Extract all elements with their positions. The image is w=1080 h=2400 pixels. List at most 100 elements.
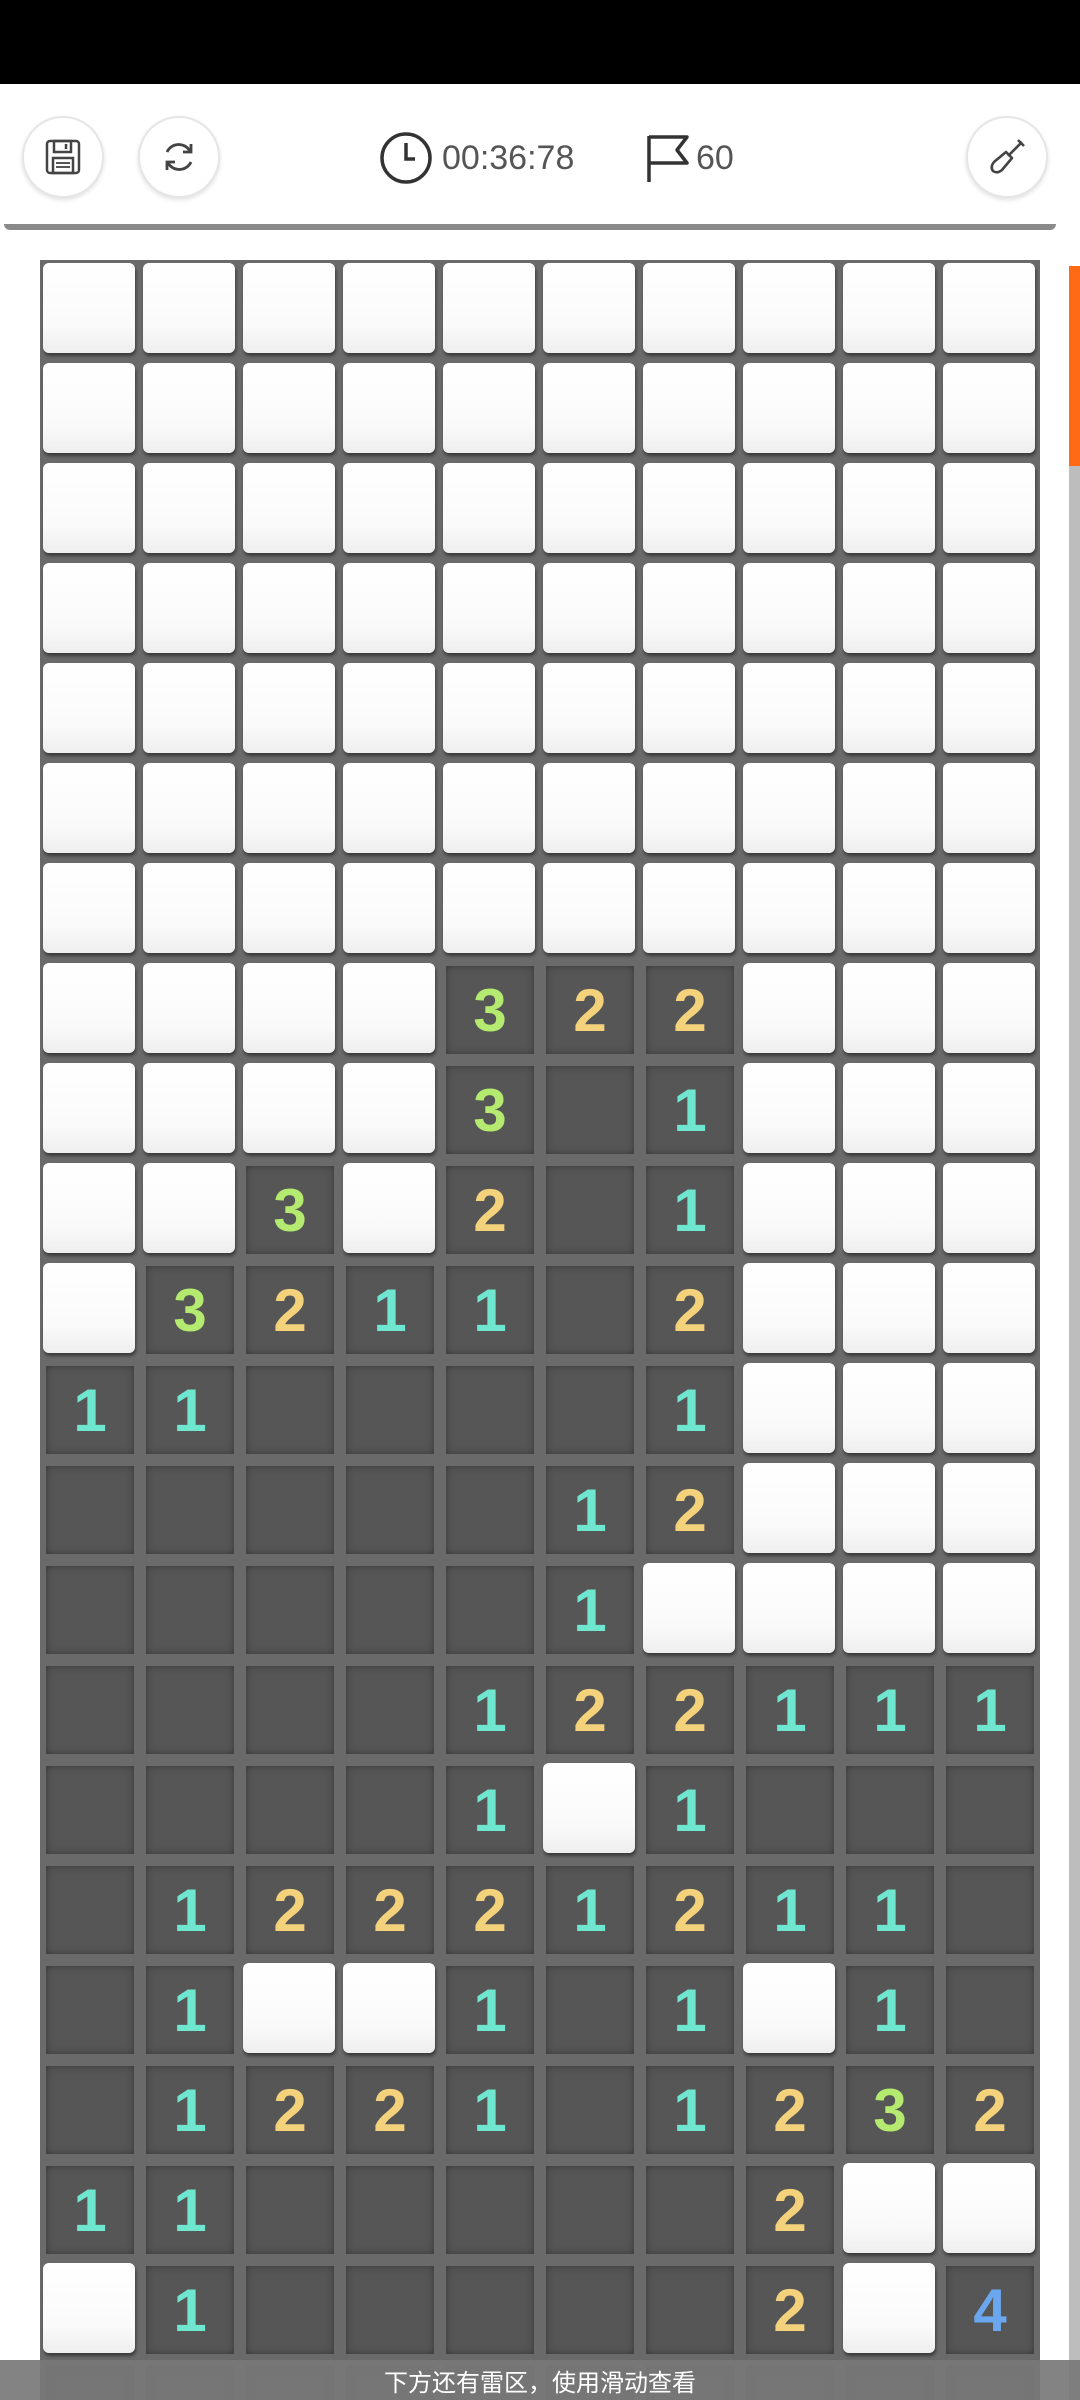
- number-cell[interactable]: 1: [940, 1660, 1040, 1760]
- number-cell[interactable]: 1: [640, 1960, 740, 2060]
- covered-cell[interactable]: [440, 460, 540, 560]
- number-cell[interactable]: 2: [340, 1860, 440, 1960]
- number-cell[interactable]: 2: [240, 1260, 340, 1360]
- open-cell[interactable]: [240, 1560, 340, 1660]
- open-cell[interactable]: [40, 1860, 140, 1960]
- covered-cell[interactable]: [140, 860, 240, 960]
- covered-cell[interactable]: [540, 460, 640, 560]
- open-cell[interactable]: [40, 2060, 140, 2160]
- covered-cell[interactable]: [340, 360, 440, 460]
- covered-cell[interactable]: [440, 560, 540, 660]
- number-cell[interactable]: 2: [640, 1460, 740, 1560]
- covered-cell[interactable]: [740, 1960, 840, 2060]
- covered-cell[interactable]: [240, 560, 340, 660]
- covered-cell[interactable]: [840, 1160, 940, 1260]
- number-cell[interactable]: 2: [640, 1660, 740, 1760]
- covered-cell[interactable]: [240, 460, 340, 560]
- number-cell[interactable]: 2: [740, 2060, 840, 2160]
- covered-cell[interactable]: [40, 960, 140, 1060]
- covered-cell[interactable]: [940, 860, 1040, 960]
- number-cell[interactable]: 2: [440, 1160, 540, 1260]
- covered-cell[interactable]: [740, 560, 840, 660]
- number-cell[interactable]: 1: [140, 1860, 240, 1960]
- covered-cell[interactable]: [840, 1260, 940, 1360]
- number-cell[interactable]: 2: [540, 1660, 640, 1760]
- number-cell[interactable]: 3: [140, 1260, 240, 1360]
- number-cell[interactable]: 1: [40, 2160, 140, 2260]
- open-cell[interactable]: [140, 1660, 240, 1760]
- open-cell[interactable]: [440, 1460, 540, 1560]
- open-cell[interactable]: [440, 1360, 540, 1460]
- number-cell[interactable]: 3: [840, 2060, 940, 2160]
- covered-cell[interactable]: [940, 1060, 1040, 1160]
- covered-cell[interactable]: [240, 860, 340, 960]
- open-cell[interactable]: [640, 2260, 740, 2360]
- number-cell[interactable]: 1: [540, 1560, 640, 1660]
- covered-cell[interactable]: [340, 860, 440, 960]
- covered-cell[interactable]: [940, 460, 1040, 560]
- open-cell[interactable]: [940, 1960, 1040, 2060]
- covered-cell[interactable]: [340, 1960, 440, 2060]
- covered-cell[interactable]: [240, 1960, 340, 2060]
- number-cell[interactable]: 1: [640, 1060, 740, 1160]
- open-cell[interactable]: [240, 2160, 340, 2260]
- open-cell[interactable]: [240, 1460, 340, 1560]
- covered-cell[interactable]: [840, 660, 940, 760]
- open-cell[interactable]: [340, 1360, 440, 1460]
- covered-cell[interactable]: [540, 860, 640, 960]
- number-cell[interactable]: 1: [540, 1860, 640, 1960]
- covered-cell[interactable]: [240, 760, 340, 860]
- covered-cell[interactable]: [440, 660, 540, 760]
- shovel-mode-button[interactable]: [966, 116, 1048, 198]
- covered-cell[interactable]: [140, 360, 240, 460]
- open-cell[interactable]: [540, 2060, 640, 2160]
- open-cell[interactable]: [140, 1760, 240, 1860]
- covered-cell[interactable]: [440, 860, 540, 960]
- open-cell[interactable]: [40, 1960, 140, 2060]
- open-cell[interactable]: [540, 2160, 640, 2260]
- open-cell[interactable]: [340, 2260, 440, 2360]
- number-cell[interactable]: 3: [440, 960, 540, 1060]
- open-cell[interactable]: [640, 2160, 740, 2260]
- covered-cell[interactable]: [840, 1460, 940, 1560]
- open-cell[interactable]: [940, 1760, 1040, 1860]
- number-cell[interactable]: 1: [440, 1960, 540, 2060]
- number-cell[interactable]: 1: [540, 1460, 640, 1560]
- covered-cell[interactable]: [640, 560, 740, 660]
- number-cell[interactable]: 1: [440, 2060, 540, 2160]
- open-cell[interactable]: [240, 1360, 340, 1460]
- covered-cell[interactable]: [840, 760, 940, 860]
- open-cell[interactable]: [940, 1860, 1040, 1960]
- covered-cell[interactable]: [940, 260, 1040, 360]
- open-cell[interactable]: [340, 1460, 440, 1560]
- covered-cell[interactable]: [640, 660, 740, 760]
- covered-cell[interactable]: [740, 1260, 840, 1360]
- covered-cell[interactable]: [840, 460, 940, 560]
- number-cell[interactable]: 3: [440, 1060, 540, 1160]
- open-cell[interactable]: [40, 1460, 140, 1560]
- open-cell[interactable]: [240, 1760, 340, 1860]
- covered-cell[interactable]: [40, 760, 140, 860]
- covered-cell[interactable]: [940, 360, 1040, 460]
- covered-cell[interactable]: [640, 260, 740, 360]
- covered-cell[interactable]: [740, 460, 840, 560]
- open-cell[interactable]: [540, 1360, 640, 1460]
- covered-cell[interactable]: [140, 660, 240, 760]
- open-cell[interactable]: [40, 1660, 140, 1760]
- covered-cell[interactable]: [740, 1560, 840, 1660]
- number-cell[interactable]: 1: [740, 1660, 840, 1760]
- covered-cell[interactable]: [40, 860, 140, 960]
- covered-cell[interactable]: [140, 760, 240, 860]
- covered-cell[interactable]: [240, 960, 340, 1060]
- number-cell[interactable]: 1: [440, 1660, 540, 1760]
- open-cell[interactable]: [340, 2160, 440, 2260]
- number-cell[interactable]: 4: [940, 2260, 1040, 2360]
- number-cell[interactable]: 1: [340, 1260, 440, 1360]
- number-cell[interactable]: 3: [240, 1160, 340, 1260]
- number-cell[interactable]: 1: [140, 2260, 240, 2360]
- open-cell[interactable]: [540, 1960, 640, 2060]
- covered-cell[interactable]: [640, 860, 740, 960]
- open-cell[interactable]: [40, 1760, 140, 1860]
- restart-button[interactable]: [138, 116, 220, 198]
- covered-cell[interactable]: [740, 660, 840, 760]
